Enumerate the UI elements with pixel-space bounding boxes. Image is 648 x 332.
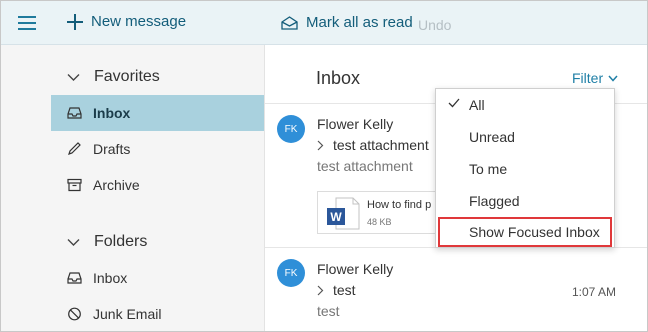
sidebar-item-label: Drafts — [93, 141, 131, 157]
sidebar-item-junk-email[interactable]: Junk Email — [51, 296, 264, 331]
pencil-icon — [68, 142, 81, 155]
mark-all-read-button[interactable]: Mark all as read — [281, 14, 413, 31]
mail-window: New message Mark all as read Undo Favori… — [0, 0, 648, 332]
sidebar-item-label: Junk Email — [93, 306, 162, 322]
message-subject-text: test attachment — [333, 137, 429, 153]
attachment-name: How to find p — [367, 199, 432, 211]
favorites-label: Favorites — [94, 68, 160, 85]
chevron-right-icon — [317, 140, 324, 150]
filter-option-label: Show Focused Inbox — [469, 224, 600, 240]
folder-pane: Favorites Inbox Drafts Archive Folders I… — [1, 45, 265, 331]
message-subject-text: test — [333, 282, 356, 298]
sidebar-item-label: Inbox — [93, 270, 128, 286]
sidebar-item-label: Archive — [93, 177, 140, 193]
sidebar-item-drafts[interactable]: Drafts — [51, 131, 264, 167]
archive-icon — [67, 178, 82, 192]
sidebar-item-label: Inbox — [93, 105, 131, 121]
blocked-icon — [68, 307, 81, 321]
chevron-down-icon — [67, 238, 80, 246]
mark-all-read-label: Mark all as read — [306, 14, 413, 31]
word-document-icon: W — [327, 197, 360, 230]
attachment-size: 48 KB — [367, 217, 392, 227]
sidebar-item-folders-inbox[interactable]: Inbox — [51, 260, 264, 296]
message-item[interactable]: FK Flower Kelly test 1:07 AM test — [265, 248, 647, 331]
new-message-button[interactable]: New message — [67, 13, 186, 30]
sidebar-item-favorites-inbox[interactable]: Inbox — [51, 95, 264, 131]
avatar: FK — [277, 115, 305, 143]
folders-label: Folders — [94, 233, 148, 250]
undo-button[interactable]: Undo — [418, 17, 451, 33]
svg-text:W: W — [330, 210, 342, 224]
message-sender: Flower Kelly — [317, 261, 394, 277]
filter-option-unread[interactable]: Unread — [436, 121, 614, 153]
message-preview: test — [317, 303, 340, 319]
chevron-right-icon — [317, 285, 324, 295]
sidebar-item-archive[interactable]: Archive — [51, 167, 264, 203]
inbox-icon — [67, 107, 82, 119]
hamburger-icon[interactable] — [18, 16, 36, 30]
filter-option-label: Flagged — [469, 193, 520, 209]
filter-option-label: Unread — [469, 129, 515, 145]
chevron-down-icon — [67, 73, 80, 81]
favorites-header[interactable]: Favorites — [67, 68, 160, 86]
filter-option-flagged[interactable]: Flagged — [436, 185, 614, 217]
message-subject: test — [317, 282, 356, 298]
message-subject: test attachment — [317, 137, 429, 153]
filter-option-show-focused-inbox[interactable]: Show Focused Inbox — [438, 217, 612, 247]
open-envelope-icon — [281, 15, 298, 30]
message-preview: test attachment — [317, 158, 413, 174]
filter-option-all[interactable]: All — [436, 89, 614, 121]
message-sender: Flower Kelly — [317, 116, 394, 132]
message-time: 1:07 AM — [571, 285, 616, 299]
checkmark-icon — [448, 98, 460, 108]
plus-icon — [67, 13, 83, 30]
filter-menu: All Unread To me Flagged Show Focused In… — [435, 88, 615, 248]
filter-option-label: All — [469, 97, 485, 113]
inbox-icon — [67, 272, 82, 284]
folders-header[interactable]: Folders — [67, 233, 147, 251]
new-message-label: New message — [91, 13, 187, 30]
filter-option-to-me[interactable]: To me — [436, 153, 614, 185]
filter-option-label: To me — [469, 161, 508, 177]
command-bar: New message Mark all as read Undo — [1, 1, 647, 45]
avatar: FK — [277, 259, 305, 287]
